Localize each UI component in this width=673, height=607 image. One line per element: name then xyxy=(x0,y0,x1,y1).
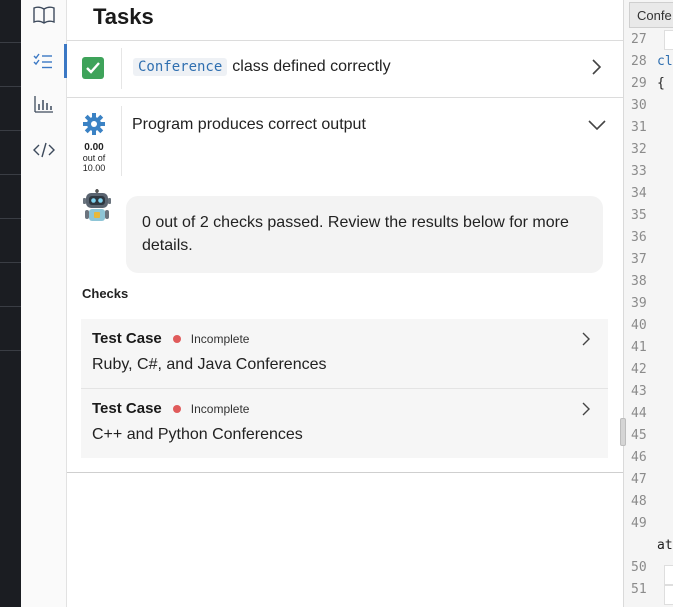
status-badge: Incomplete xyxy=(190,331,250,346)
divider xyxy=(0,218,21,219)
code-block xyxy=(664,585,673,605)
score-value: 0.00 xyxy=(84,142,104,153)
line-number: 41 xyxy=(631,340,647,355)
code-editor[interactable]: Confe 27 28 29 30 31 32 33 34 35 36 37 3… xyxy=(623,0,673,607)
line-number: 49 xyxy=(631,516,647,531)
test-case-description: Ruby, C#, and Java Conferences xyxy=(92,356,327,373)
left-dark-strip xyxy=(0,0,21,607)
line-number: 32 xyxy=(631,142,647,157)
divider xyxy=(0,130,21,131)
code-label: Conference xyxy=(133,58,228,76)
code-block xyxy=(664,565,673,585)
line-number: 37 xyxy=(631,252,647,267)
resize-handle[interactable] xyxy=(620,418,626,446)
line-number: 48 xyxy=(631,494,647,509)
line-number: 40 xyxy=(631,318,647,333)
divider xyxy=(0,86,21,87)
test-case-header: Test Case Incomplete xyxy=(92,330,249,347)
score-total: 10.00 xyxy=(82,163,106,173)
line-number: 45 xyxy=(631,428,647,443)
line-number: 44 xyxy=(631,406,647,421)
line-number: 34 xyxy=(631,186,647,201)
divider xyxy=(67,40,623,41)
task-label: class defined correctly xyxy=(232,58,391,75)
divider xyxy=(67,472,623,473)
divider xyxy=(0,306,21,307)
test-case-row[interactable]: Test Case Incomplete Ruby, C#, and Java … xyxy=(81,319,608,388)
line-number: 31 xyxy=(631,120,647,135)
page-title: Tasks xyxy=(93,4,154,29)
divider xyxy=(67,97,623,98)
checks-heading: Checks xyxy=(82,286,129,301)
status-badge: Incomplete xyxy=(190,401,250,416)
task-label: Program produces correct output xyxy=(132,116,366,133)
line-number: 46 xyxy=(631,450,647,465)
robot-avatar-icon xyxy=(83,189,111,221)
line-number: 47 xyxy=(631,472,647,487)
test-case-name: Test Case xyxy=(92,400,162,417)
status-dot xyxy=(172,404,181,413)
line-number: 33 xyxy=(631,164,647,179)
line-number: 28 xyxy=(631,54,647,69)
result-message: 0 out of 2 checks passed. Review the res… xyxy=(126,196,603,273)
chevron-down-icon[interactable] xyxy=(588,120,606,130)
line-number: 27 xyxy=(631,32,647,47)
task-title: Conference class defined correctly xyxy=(133,58,391,76)
line-number: 35 xyxy=(631,208,647,223)
score-display: 0.00 out of 10.00 xyxy=(75,142,113,174)
line-number: 38 xyxy=(631,274,647,289)
line-number: 51 xyxy=(631,582,647,597)
icon-rail xyxy=(21,0,67,607)
divider xyxy=(0,174,21,175)
tasks-panel: Tasks Conference class defined correctly xyxy=(67,0,623,607)
chevron-right-icon[interactable] xyxy=(582,332,590,346)
gear-icon xyxy=(83,113,105,135)
rail-item-progress[interactable] xyxy=(21,87,67,121)
line-number: 50 xyxy=(631,560,647,575)
code-line: { xyxy=(657,76,665,91)
status-dot xyxy=(172,334,181,343)
divider xyxy=(121,106,122,176)
chevron-right-icon[interactable] xyxy=(582,402,590,416)
test-case-description: C++ and Python Conferences xyxy=(92,426,303,443)
test-case-name: Test Case xyxy=(92,330,162,347)
divider xyxy=(0,42,21,43)
line-number: 29 xyxy=(631,76,647,91)
rail-item-code[interactable] xyxy=(21,133,67,167)
code-line: cl xyxy=(657,54,673,69)
divider xyxy=(0,262,21,263)
line-number: 43 xyxy=(631,384,647,399)
editor-tab[interactable]: Confe xyxy=(629,2,673,28)
line-number: 39 xyxy=(631,296,647,311)
app-root: Tasks Conference class defined correctly xyxy=(0,0,673,607)
divider xyxy=(0,350,21,351)
score-out-of: out of xyxy=(82,153,106,163)
check-passed-icon xyxy=(82,57,104,79)
task-list-icon xyxy=(33,53,52,69)
rail-item-instructions[interactable] xyxy=(21,0,67,32)
rail-item-tasks[interactable] xyxy=(21,44,67,78)
test-case-row[interactable]: Test Case Incomplete C++ and Python Conf… xyxy=(81,389,608,458)
line-number: 36 xyxy=(631,230,647,245)
book-icon xyxy=(33,6,55,24)
test-case-header: Test Case Incomplete xyxy=(92,400,249,417)
divider xyxy=(121,48,122,89)
code-line: at xyxy=(657,538,673,553)
code-icon xyxy=(33,142,55,158)
line-number: 30 xyxy=(631,98,647,113)
code-block xyxy=(664,30,673,50)
chevron-right-icon[interactable] xyxy=(591,59,601,75)
line-number: 42 xyxy=(631,362,647,377)
bar-chart-icon xyxy=(34,96,53,113)
